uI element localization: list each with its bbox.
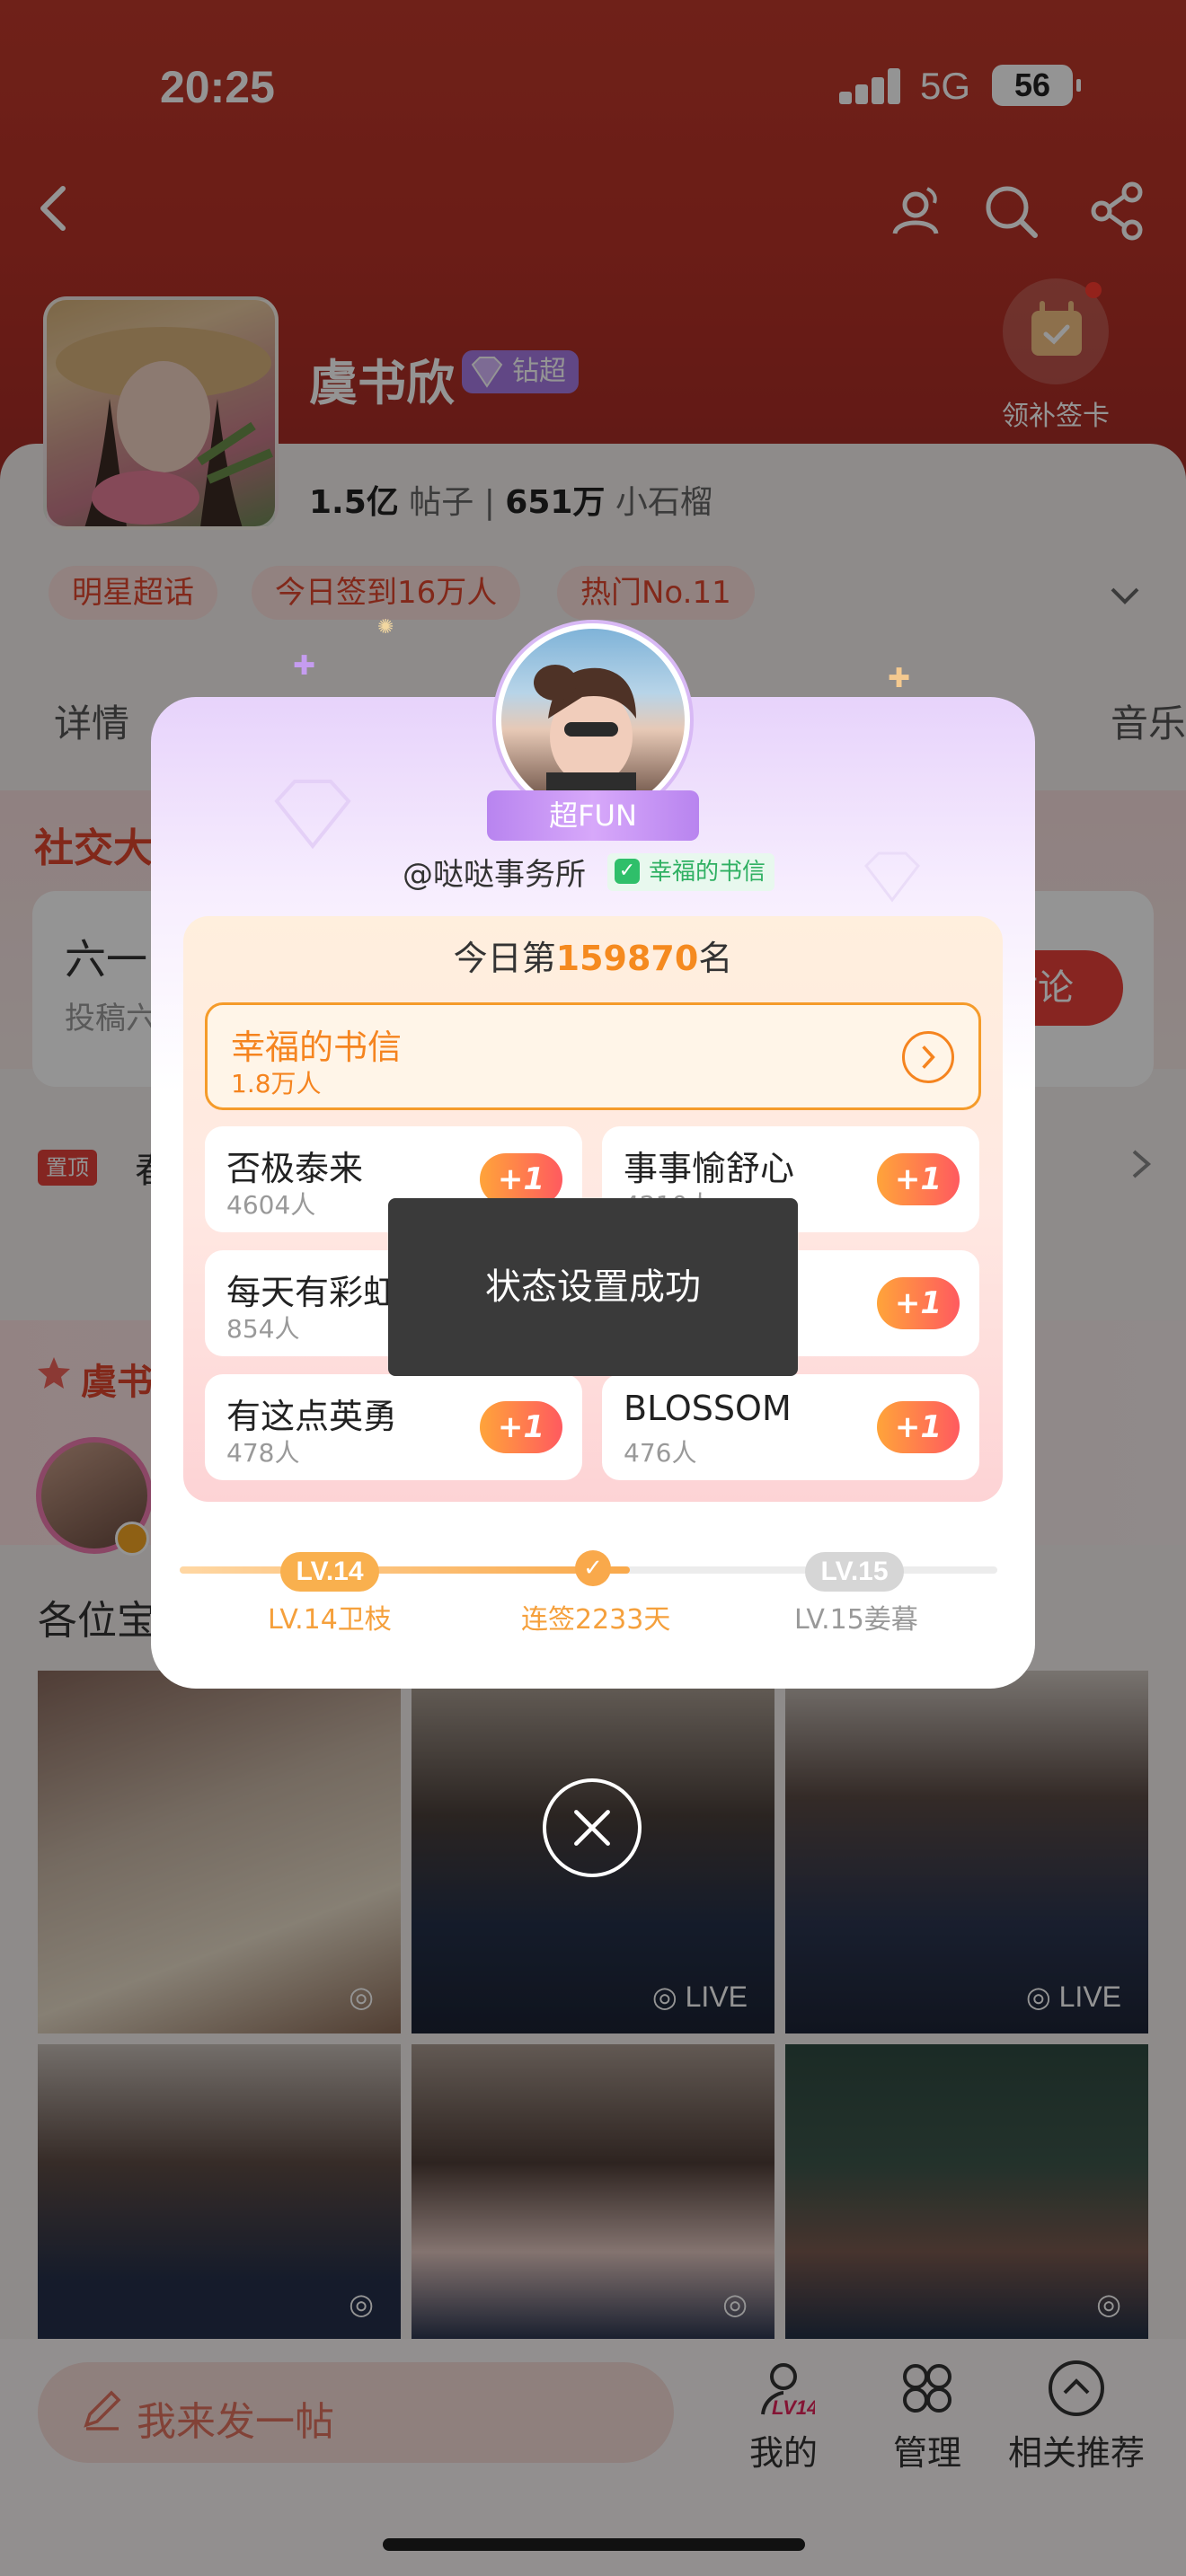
- toast-message: 状态设置成功: [388, 1198, 798, 1376]
- next-level-label: LV.15姜暮: [794, 1604, 918, 1636]
- current-level-pill: LV.14: [280, 1552, 379, 1592]
- status-option[interactable]: BLOSSOM 476人 +1: [602, 1374, 979, 1480]
- diamond-decoration-icon: [274, 780, 351, 850]
- user-handle: @哒哒事务所: [403, 857, 586, 893]
- status-option[interactable]: 有这点英勇 478人 +1: [205, 1374, 582, 1480]
- plus-one-button[interactable]: +1: [480, 1401, 562, 1453]
- status-option-count: 476人: [624, 1438, 697, 1468]
- status-option-name: 每天有彩虹: [226, 1273, 398, 1312]
- rank-suffix: 名: [698, 939, 733, 978]
- chevron-right-circle-icon[interactable]: [902, 1031, 954, 1083]
- sparkle-icon: ✚: [888, 663, 911, 694]
- status-option-name: 否极泰来: [226, 1149, 364, 1188]
- fun-ribbon: 超FUN: [487, 790, 699, 841]
- status-option-count: 854人: [226, 1314, 300, 1344]
- status-option-name: BLOSSOM: [624, 1389, 792, 1428]
- selected-status-option[interactable]: 幸福的书信 1.8万人: [205, 1002, 981, 1110]
- plus-one-button[interactable]: +1: [877, 1277, 960, 1329]
- diamond-decoration-icon: [864, 851, 920, 903]
- status-option-name: 有这点英勇: [226, 1397, 398, 1436]
- selected-status-count: 1.8万人: [231, 1069, 322, 1098]
- rank-prefix: 今日第: [453, 939, 556, 978]
- home-indicator: [383, 2538, 805, 2551]
- close-icon[interactable]: [543, 1778, 642, 1877]
- rank-number: 159870: [555, 939, 699, 978]
- current-level-label: LV.14卫枝: [268, 1604, 392, 1636]
- status-chip: 幸福的书信: [607, 853, 775, 891]
- rank-line: 今日第159870名: [183, 931, 1003, 980]
- status-option-name: 事事愉舒心: [624, 1149, 795, 1188]
- modal-avatar: [501, 629, 685, 812]
- level-progress-fill: [180, 1566, 630, 1574]
- status-option-count: 478人: [226, 1438, 300, 1468]
- plus-one-button[interactable]: +1: [877, 1401, 960, 1453]
- status-option-count: 4604人: [226, 1190, 316, 1220]
- next-level-pill: LV.15: [805, 1552, 904, 1592]
- selected-status-name: 幸福的书信: [231, 1028, 403, 1067]
- checkmark-icon: ✓: [575, 1550, 611, 1586]
- plus-one-button[interactable]: +1: [877, 1153, 960, 1205]
- sparkle-icon: ✺: [377, 616, 394, 639]
- sparkle-icon: ✚: [293, 650, 316, 682]
- streak-label: 连签2233天: [521, 1604, 671, 1636]
